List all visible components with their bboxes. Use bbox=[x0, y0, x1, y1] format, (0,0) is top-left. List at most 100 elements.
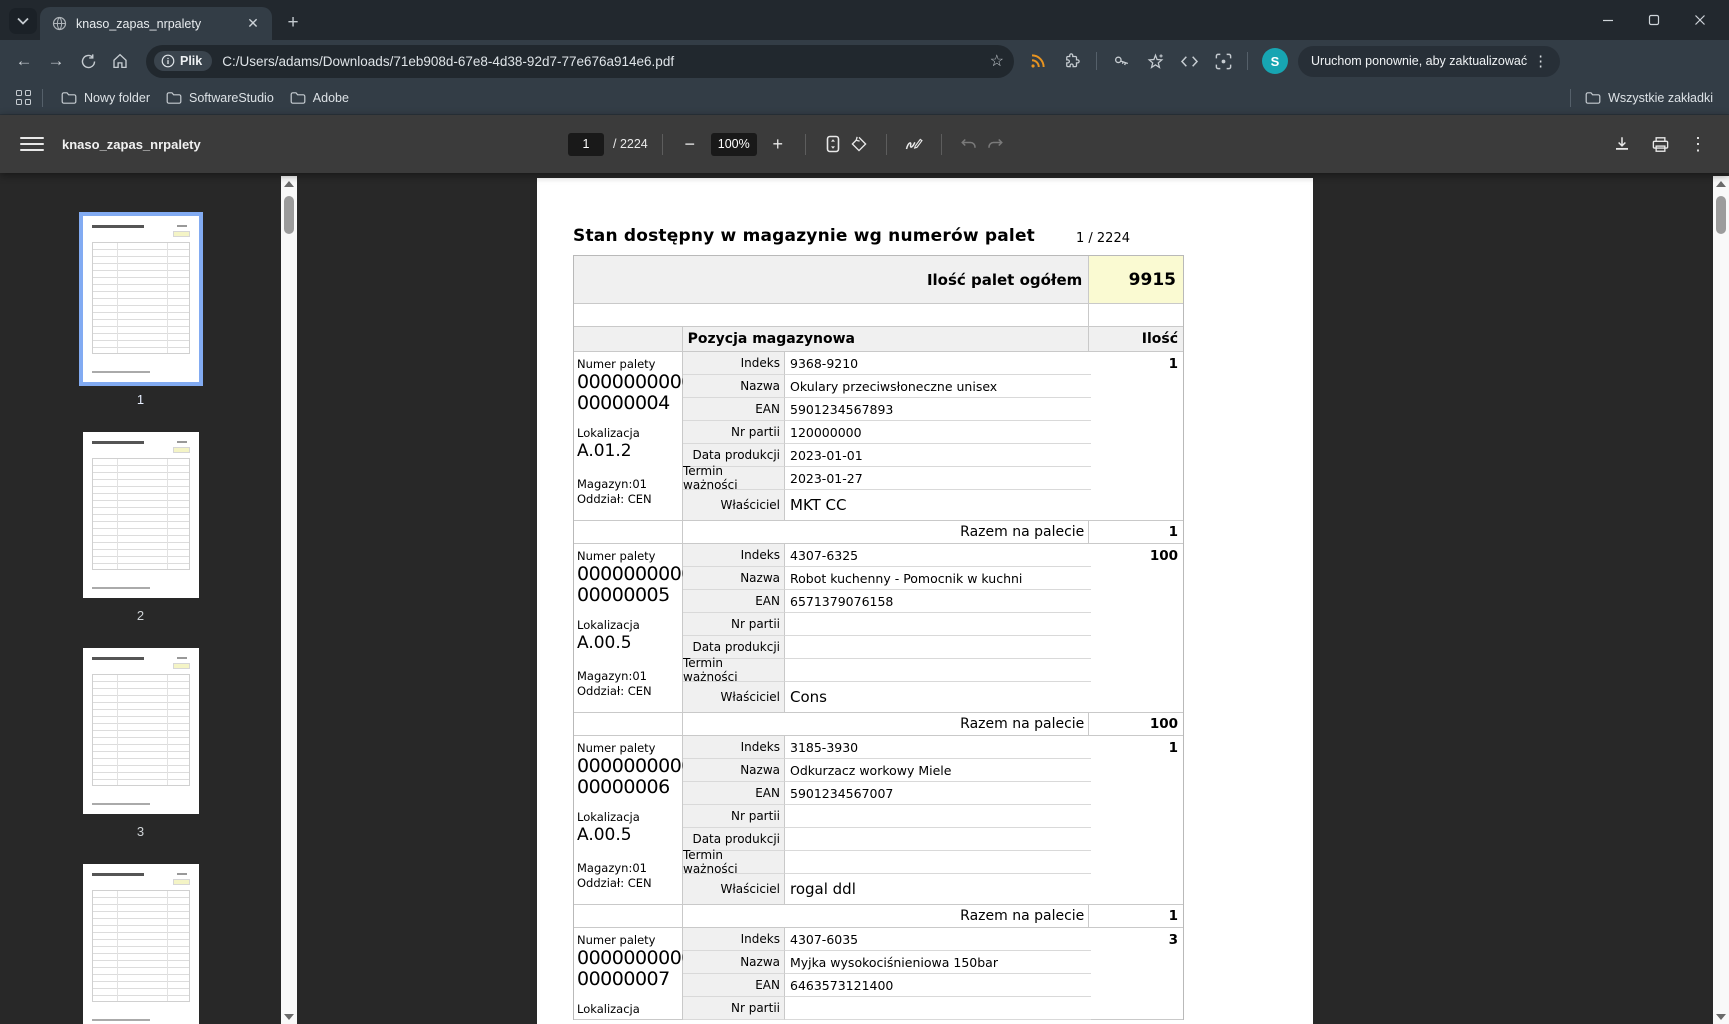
annotate-button[interactable] bbox=[901, 131, 927, 157]
field-row: Nr partii bbox=[683, 997, 1091, 1020]
window-maximize-button[interactable] bbox=[1631, 2, 1677, 38]
header-position-label: Pozycja magazynowa bbox=[682, 327, 1090, 352]
page-total-label: / 2224 bbox=[613, 137, 648, 151]
back-button[interactable]: ← bbox=[8, 45, 40, 77]
devtools-button[interactable] bbox=[1173, 45, 1205, 77]
folder-icon bbox=[166, 92, 182, 104]
field-value: 4307-6035 bbox=[785, 928, 1091, 951]
sparkle-star-button[interactable] bbox=[1139, 45, 1171, 77]
zoom-in-button[interactable]: + bbox=[765, 131, 791, 157]
bookmark-label: SoftwareStudio bbox=[189, 91, 274, 105]
tab-search-button[interactable] bbox=[9, 8, 37, 34]
pallet-table-blocks: Numer palety 0000000000 00000004 Lokalizacj… bbox=[574, 352, 1183, 1020]
browser-menu-kebab-icon[interactable]: ⋮ bbox=[1527, 52, 1554, 70]
new-tab-button[interactable]: + bbox=[280, 10, 306, 36]
tab-close-icon[interactable]: ✕ bbox=[244, 15, 262, 33]
page-thumbnail-image[interactable] bbox=[78, 212, 203, 386]
home-button[interactable] bbox=[104, 45, 136, 77]
reload-button[interactable] bbox=[72, 45, 104, 77]
report-page-indicator: 1 / 2224 bbox=[1076, 231, 1130, 246]
page-thumbnail-image[interactable] bbox=[82, 864, 199, 1024]
thumbnail-decoration bbox=[91, 458, 190, 570]
field-value: 5901234567007 bbox=[785, 782, 1091, 805]
all-bookmarks-button[interactable]: Wszystkie zakładki bbox=[1577, 87, 1721, 109]
url-text: C:/Users/adams/Downloads/71eb908d-67e8-4… bbox=[222, 53, 675, 69]
total-on-pallet-row: Razem na palecie 1 bbox=[574, 905, 1183, 928]
scrollbar-thumb[interactable] bbox=[1716, 196, 1726, 234]
passwords-button[interactable] bbox=[1105, 45, 1137, 77]
print-button[interactable] bbox=[1647, 131, 1673, 157]
undo-button[interactable] bbox=[956, 131, 982, 157]
rotate-icon bbox=[851, 136, 867, 152]
update-chrome-button[interactable]: Uruchom ponownie, aby zaktualizować ⋮ bbox=[1298, 45, 1561, 77]
field-row: Nr partii bbox=[683, 805, 1091, 828]
update-button-label: Uruchom ponownie, aby zaktualizować bbox=[1311, 54, 1528, 68]
thumbnail-decoration bbox=[172, 231, 190, 237]
thumbnail-decoration bbox=[91, 441, 144, 444]
pallet-block: Numer palety 0000000000 00000005 Lokalizacj… bbox=[574, 544, 1183, 713]
field-label: Nr partii bbox=[683, 805, 785, 828]
bookmark-item-nowy-folder[interactable]: Nowy folder bbox=[53, 87, 158, 109]
apps-grid-icon[interactable] bbox=[16, 90, 32, 106]
page-thumbnail[interactable]: 1 bbox=[78, 212, 203, 408]
page-thumbnail-image[interactable] bbox=[82, 432, 199, 598]
zoom-level-input[interactable]: 100% bbox=[710, 132, 757, 156]
window-minimize-button[interactable] bbox=[1585, 2, 1631, 38]
field-value bbox=[785, 636, 1091, 659]
rotate-button[interactable] bbox=[846, 131, 872, 157]
rss-button[interactable] bbox=[1022, 45, 1054, 77]
thumbnail-sidebar: 1 2 3 bbox=[0, 173, 281, 1024]
pdf-menu-button[interactable] bbox=[20, 137, 44, 151]
header-empty-cell bbox=[574, 327, 683, 352]
bookmark-item-softwarestudio[interactable]: SoftwareStudio bbox=[158, 87, 282, 109]
scroll-up-arrow[interactable] bbox=[281, 176, 297, 191]
profile-avatar[interactable]: S bbox=[1262, 48, 1288, 74]
item-fields: Indeks 3185-3930 Nazwa Odkurzacz workowy Mi… bbox=[683, 736, 1091, 905]
scroll-down-arrow[interactable] bbox=[1713, 1009, 1729, 1024]
total-on-pallet-label: Razem na palecie bbox=[682, 905, 1090, 928]
pallet-number-value: 0000000000 bbox=[577, 755, 693, 777]
bookmark-item-adobe[interactable]: Adobe bbox=[282, 87, 357, 109]
page-number-input[interactable]: 1 bbox=[568, 132, 604, 156]
redo-button[interactable] bbox=[982, 131, 1008, 157]
window-close-button[interactable] bbox=[1677, 2, 1723, 38]
thumbnail-decoration bbox=[91, 371, 150, 373]
sidebar-scrollbar[interactable] bbox=[281, 176, 297, 1024]
pdf-more-options-kebab-icon[interactable]: ⋮ bbox=[1685, 131, 1711, 157]
download-icon bbox=[1616, 137, 1628, 150]
page-thumbnail[interactable] bbox=[82, 864, 199, 1024]
print-icon bbox=[1652, 136, 1668, 152]
fit-page-button[interactable] bbox=[820, 131, 846, 157]
browser-tab[interactable]: knaso_zapas_nrpalety ✕ bbox=[40, 7, 272, 40]
field-value: rogal ddl bbox=[785, 874, 1091, 905]
spacer-cell bbox=[574, 304, 1090, 327]
location-label: Lokalizacja bbox=[577, 1002, 640, 1016]
download-button[interactable] bbox=[1609, 131, 1635, 157]
field-label: Indeks bbox=[683, 736, 785, 759]
field-value: Robot kuchenny - Pomocnik w kuchni bbox=[785, 567, 1091, 590]
warehouse-label: Magazyn:01 bbox=[577, 669, 647, 683]
page-thumbnail-image[interactable] bbox=[82, 648, 199, 814]
screenshot-button[interactable] bbox=[1207, 45, 1239, 77]
bookmark-star-icon[interactable]: ☆ bbox=[990, 51, 1004, 71]
address-bar[interactable]: Plik C:/Users/adams/Downloads/71eb908d-6… bbox=[146, 44, 1014, 78]
pallet-block: Numer palety 0000000000 00000006 Lokalizacj… bbox=[574, 736, 1183, 905]
site-info-chip[interactable]: Plik bbox=[154, 51, 213, 71]
divider bbox=[1096, 52, 1097, 70]
page-thumbnail[interactable]: 2 bbox=[82, 432, 199, 624]
forward-button[interactable]: → bbox=[40, 45, 72, 77]
document-scrollbar[interactable] bbox=[1713, 176, 1729, 1024]
scrollbar-thumb[interactable] bbox=[284, 196, 294, 234]
thumbnail-decoration bbox=[91, 242, 190, 354]
zoom-out-button[interactable]: − bbox=[677, 131, 703, 157]
field-value: Cons bbox=[785, 682, 1091, 713]
thumbnail-decoration bbox=[172, 447, 190, 453]
location-label: Lokalizacja bbox=[577, 618, 640, 632]
home-icon bbox=[113, 53, 127, 69]
field-label: Nr partii bbox=[683, 421, 785, 444]
page-thumbnail[interactable]: 3 bbox=[82, 648, 199, 840]
extensions-button[interactable] bbox=[1056, 45, 1088, 77]
field-value: Okulary przeciwsłoneczne unisex bbox=[785, 375, 1091, 398]
scroll-down-arrow[interactable] bbox=[281, 1009, 297, 1024]
scroll-up-arrow[interactable] bbox=[1713, 176, 1729, 191]
